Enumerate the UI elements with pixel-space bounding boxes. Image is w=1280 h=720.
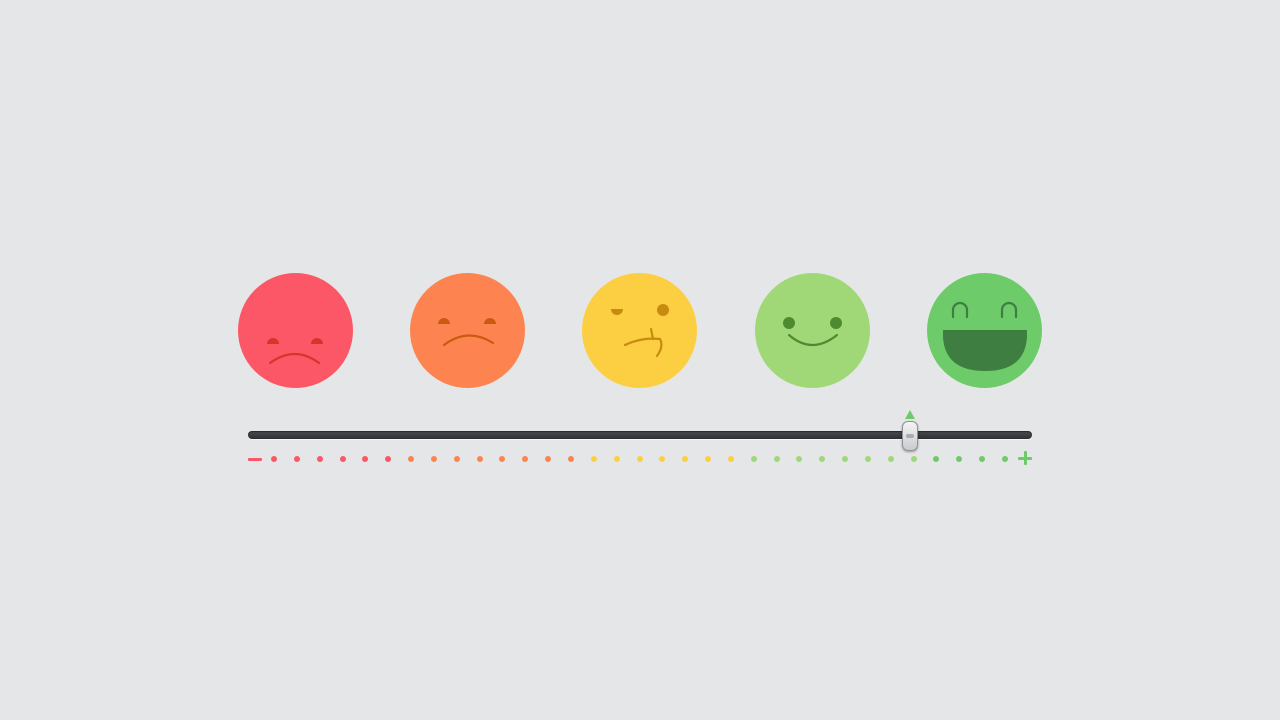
very-sad-face-icon[interactable]: [238, 273, 353, 388]
slider-tick-dot: [293, 456, 300, 462]
very-happy-face-icon[interactable]: [927, 273, 1042, 388]
sad-face-icon[interactable]: [410, 273, 525, 388]
slider-tick-dot: [476, 456, 483, 462]
slider-tick-dot: [910, 456, 917, 462]
slider-tick-dot: [590, 456, 597, 462]
slider-tick-dot: [819, 456, 826, 462]
minus-icon: [248, 458, 262, 461]
slider-tick-dot: [636, 456, 643, 462]
rating-slider-thumb[interactable]: [901, 421, 918, 451]
slider-tick-dot: [567, 456, 574, 462]
slider-tick-dot: [682, 456, 689, 462]
slider-tick-dot: [887, 456, 894, 462]
slider-tick-dot: [659, 456, 666, 462]
slider-pointer-icon: [904, 410, 915, 419]
slider-tick-dot: [1002, 456, 1008, 462]
slider-tick-dot: [545, 456, 552, 462]
slider-tick-dot: [750, 456, 757, 462]
slider-tick-dot: [796, 456, 803, 462]
slider-tick-dot: [842, 456, 849, 462]
skeptical-face-icon[interactable]: [582, 273, 697, 388]
slider-tick-dot: [453, 456, 460, 462]
plus-icon: [1018, 451, 1032, 465]
slider-tick-dot: [773, 456, 780, 462]
slider-tick-dot: [385, 456, 392, 462]
slider-tick-dot: [956, 456, 963, 462]
slider-tick-dot: [522, 456, 529, 462]
slider-tick-dot: [933, 456, 940, 462]
slider-tick-dot: [339, 456, 346, 462]
slider-tick-dot: [316, 456, 323, 462]
slider-tick-dot: [727, 456, 734, 462]
slider-tick-dot: [705, 456, 712, 462]
slider-tick-dot: [408, 456, 415, 462]
slider-tick-dot: [979, 456, 986, 462]
satisfaction-rating-widget: [0, 0, 1280, 720]
slider-tick-dot: [499, 456, 506, 462]
slider-tick-dot: [362, 456, 369, 462]
slider-tick-dot: [864, 456, 871, 462]
slider-tick-dot: [613, 456, 620, 462]
slider-tick-dot: [430, 456, 437, 462]
happy-face-icon[interactable]: [755, 273, 870, 388]
slider-tick-dot: [271, 456, 277, 462]
